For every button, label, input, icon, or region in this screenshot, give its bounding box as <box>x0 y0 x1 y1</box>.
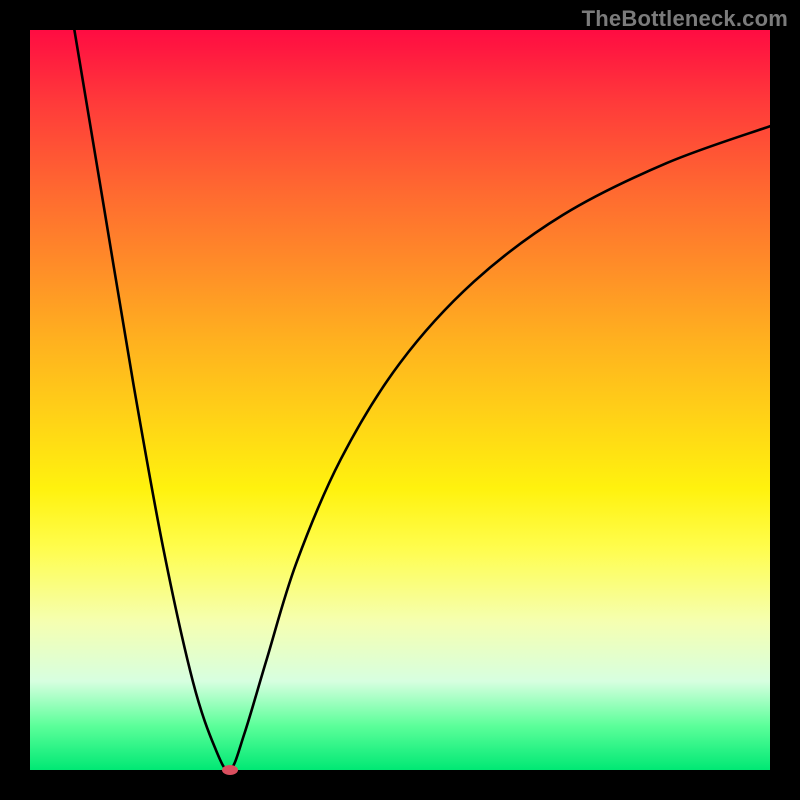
minimum-marker <box>222 765 238 775</box>
bottleneck-curve <box>30 30 770 770</box>
plot-area <box>30 30 770 770</box>
chart-frame: TheBottleneck.com <box>0 0 800 800</box>
watermark-text: TheBottleneck.com <box>582 6 788 32</box>
